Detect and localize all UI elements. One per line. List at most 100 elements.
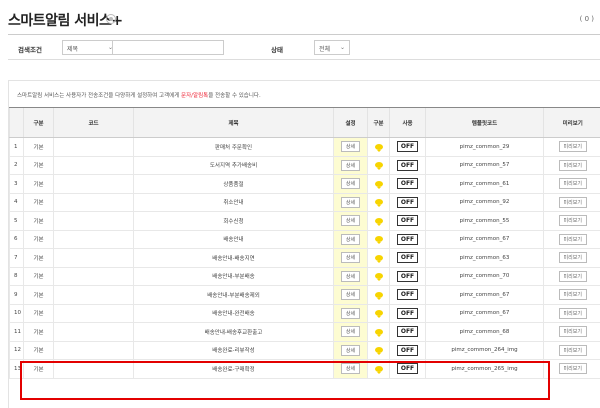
row-use: OFF <box>389 211 426 231</box>
status-select[interactable]: 전체 ⌄ <box>314 40 350 55</box>
row-code <box>53 341 134 360</box>
table-row: 13 기본 배송완료-구매확정 상세 OFF pimz_common_265_img 미리보… <box>9 359 600 379</box>
settings-circle-icon[interactable] <box>106 14 116 24</box>
detail-button[interactable]: 상세 <box>340 215 361 227</box>
preview-button[interactable]: 미리보기 <box>558 270 587 282</box>
row-kind <box>367 359 390 379</box>
col-template: 템플릿코드 <box>425 107 544 138</box>
preview-button[interactable]: 미리보기 <box>558 233 587 245</box>
row-type: 기본 <box>23 285 54 305</box>
kakao-talk-icon <box>374 273 383 281</box>
preview-button[interactable]: 미리보기 <box>558 141 587 153</box>
detail-button[interactable]: 상세 <box>340 159 361 171</box>
row-preview: 미리보기 <box>543 267 600 286</box>
use-toggle-button[interactable]: OFF <box>396 326 419 338</box>
row-setting: 상세 <box>333 137 368 157</box>
row-code <box>53 230 134 249</box>
row-setting: 상세 <box>333 341 368 360</box>
detail-button[interactable]: 상세 <box>340 363 361 375</box>
search-condition-label: 검색조건 <box>18 46 42 54</box>
use-toggle-button[interactable]: OFF <box>396 344 419 356</box>
row-preview: 미리보기 <box>543 322 600 342</box>
use-toggle-button[interactable]: OFF <box>396 233 419 245</box>
search-panel: 검색조건 제목 ⌄ 상태 전체 ⌄ <box>8 34 600 60</box>
row-type: 기본 <box>23 322 54 342</box>
detail-button[interactable]: 상세 <box>340 326 361 338</box>
preview-button[interactable]: 미리보기 <box>558 178 587 190</box>
row-number: 3 <box>9 174 24 194</box>
row-number: 11 <box>9 322 24 342</box>
row-number: 9 <box>9 285 24 305</box>
row-setting: 상세 <box>333 174 368 194</box>
notice-highlight: 문자/알림톡 <box>181 93 209 99</box>
detail-button[interactable]: 상세 <box>340 196 361 208</box>
preview-button[interactable]: 미리보기 <box>558 289 587 301</box>
use-toggle-button[interactable]: OFF <box>396 252 419 264</box>
use-toggle-button[interactable]: OFF <box>396 196 419 208</box>
detail-button[interactable]: 상세 <box>340 252 361 264</box>
detail-button[interactable]: 상세 <box>340 307 361 319</box>
preview-button[interactable]: 미리보기 <box>558 159 587 171</box>
use-toggle-button[interactable]: OFF <box>396 159 419 171</box>
detail-button[interactable]: 상세 <box>340 233 361 245</box>
row-code <box>53 193 134 212</box>
use-toggle-button[interactable]: OFF <box>396 363 419 375</box>
row-setting: 상세 <box>333 211 368 231</box>
use-toggle-button[interactable]: OFF <box>396 215 419 227</box>
template-list-panel: 스마트알림 서비스는 사용자가 전송조건을 다양하게 설정하여 고객에게 문자/… <box>8 80 600 408</box>
row-preview: 미리보기 <box>543 304 600 323</box>
row-number: 6 <box>9 230 24 249</box>
detail-button[interactable]: 상세 <box>340 289 361 301</box>
row-subject: 회수신청 <box>133 211 334 231</box>
row-number: 5 <box>9 211 24 231</box>
detail-button[interactable]: 상세 <box>340 178 361 190</box>
row-template-code: pimz_common_61 <box>425 174 544 194</box>
col-kind: 구분 <box>367 107 390 138</box>
detail-button[interactable]: 상세 <box>340 141 361 153</box>
row-code <box>53 137 134 157</box>
kakao-talk-icon <box>374 162 383 170</box>
table-row: 12 기본 배송완료-리뷰작성 상세 OFF pimz_common_264_img 미리보… <box>9 341 600 360</box>
notice-text: 스마트알림 서비스는 사용자가 전송조건을 다양하게 설정하여 고객에게 문자/… <box>17 93 261 99</box>
table-row: 5 기본 회수신청 상세 OFF pimz_common_55 미리보기 <box>9 211 600 231</box>
row-template-code: pimz_common_68 <box>425 322 544 342</box>
preview-button[interactable]: 미리보기 <box>558 252 587 264</box>
use-toggle-button[interactable]: OFF <box>396 141 419 153</box>
row-kind <box>367 267 390 286</box>
detail-button[interactable]: 상세 <box>340 270 361 282</box>
preview-button[interactable]: 미리보기 <box>558 326 587 338</box>
preview-button[interactable]: 미리보기 <box>558 196 587 208</box>
row-preview: 미리보기 <box>543 248 600 268</box>
use-toggle-button[interactable]: OFF <box>396 289 419 301</box>
preview-button[interactable]: 미리보기 <box>558 363 587 375</box>
row-template-code: pimz_common_264_img <box>425 341 544 360</box>
row-setting: 상세 <box>333 193 368 212</box>
search-keyword-input[interactable] <box>112 40 224 55</box>
row-kind <box>367 341 390 360</box>
row-setting: 상세 <box>333 322 368 342</box>
preview-button[interactable]: 미리보기 <box>558 307 587 319</box>
template-table: 구분 코드 제목 설정 구분 사용 템플릿코드 미리보기 1 기본 판매처 주문확인… <box>9 107 600 379</box>
col-use: 사용 <box>389 107 426 138</box>
row-code <box>53 156 134 175</box>
row-use: OFF <box>389 156 426 175</box>
row-type: 기본 <box>23 304 54 323</box>
use-toggle-button[interactable]: OFF <box>396 307 419 319</box>
use-toggle-button[interactable]: OFF <box>396 178 419 190</box>
preview-button[interactable]: 미리보기 <box>558 215 587 227</box>
table-row: 1 기본 판매처 주문확인 상세 OFF pimz_common_29 미리보기 <box>9 137 600 157</box>
row-type: 기본 <box>23 248 54 268</box>
preview-button[interactable]: 미리보기 <box>558 344 587 356</box>
search-condition-select[interactable]: 제목 ⌄ <box>62 40 118 55</box>
row-preview: 미리보기 <box>543 230 600 249</box>
row-number: 7 <box>9 248 24 268</box>
row-subject: 배송완료-구매확정 <box>133 359 334 379</box>
row-preview: 미리보기 <box>543 193 600 212</box>
use-toggle-button[interactable]: OFF <box>396 270 419 282</box>
row-number: 8 <box>9 267 24 286</box>
row-code <box>53 267 134 286</box>
row-number: 4 <box>9 193 24 212</box>
detail-button[interactable]: 상세 <box>340 344 361 356</box>
row-type: 기본 <box>23 193 54 212</box>
kakao-talk-icon <box>374 347 383 355</box>
